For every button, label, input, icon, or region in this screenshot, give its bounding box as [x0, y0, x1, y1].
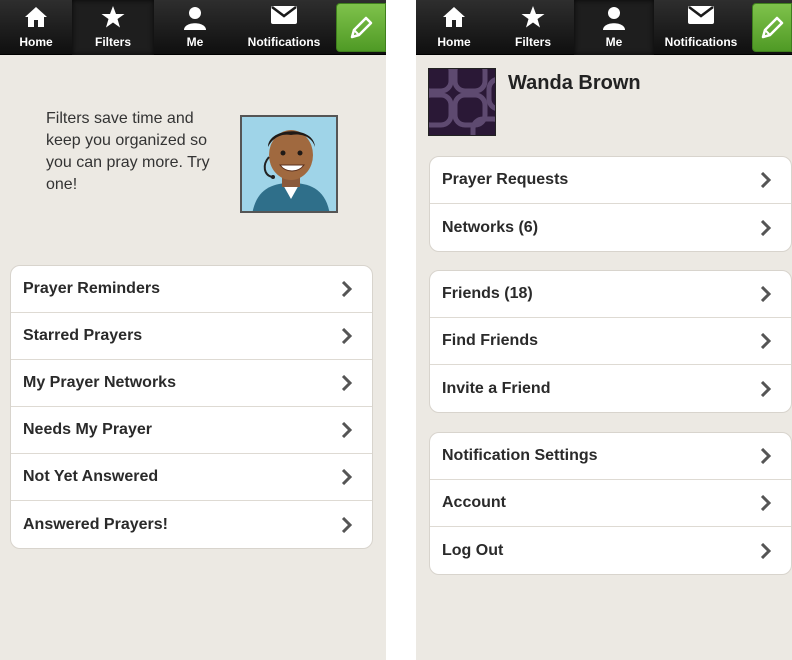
tab-notifications[interactable]: Notifications: [654, 0, 748, 55]
list-item-friends[interactable]: Friends (18): [430, 271, 791, 318]
tab-me-label: Me: [186, 35, 204, 49]
mascot-illustration: [240, 115, 338, 213]
tab-bar: Home Filters Me Notifications: [0, 0, 386, 55]
profile-group-3: Notification Settings Account Log Out: [429, 432, 792, 575]
list-item-log-out[interactable]: Log Out: [430, 527, 791, 574]
profile-group-2: Friends (18) Find Friends Invite a Frien…: [429, 270, 792, 413]
list-item-label: Invite a Friend: [442, 379, 551, 397]
chevron-right-icon: [759, 286, 773, 302]
profile-avatar[interactable]: [428, 68, 496, 136]
list-item-prayer-reminders[interactable]: Prayer Reminders: [11, 266, 372, 313]
list-item-networks[interactable]: Networks (6): [430, 204, 791, 251]
list-item-label: Needs My Prayer: [23, 421, 152, 438]
tab-filters-label: Filters: [514, 35, 551, 49]
chevron-right-icon: [340, 375, 354, 391]
list-item-needs-my-prayer[interactable]: Needs My Prayer: [11, 407, 372, 454]
chevron-right-icon: [759, 333, 773, 349]
list-item-label: My Prayer Networks: [23, 374, 176, 391]
list-item-label: Starred Prayers: [23, 327, 143, 344]
list-item-label: Account: [442, 494, 506, 511]
chevron-right-icon: [340, 422, 354, 438]
me-screen: Home Filters Me Notifications Wanda Brow…: [416, 0, 792, 660]
compose-button[interactable]: [752, 3, 792, 52]
chevron-right-icon: [759, 172, 773, 188]
list-item-my-prayer-networks[interactable]: My Prayer Networks: [11, 360, 372, 407]
chevron-right-icon: [340, 281, 354, 297]
list-item-label: Log Out: [442, 541, 504, 559]
tab-me-label: Me: [605, 35, 623, 49]
tab-notifications-label: Notifications: [664, 35, 738, 49]
filters-screen: Home Filters Me Notifications Filters sa…: [0, 0, 386, 660]
person-icon: [184, 7, 206, 30]
chevron-right-icon: [759, 495, 773, 511]
chevron-right-icon: [759, 542, 773, 559]
chevron-right-icon: [759, 448, 773, 464]
chevron-right-icon: [340, 328, 354, 344]
tab-me[interactable]: Me: [574, 0, 654, 55]
list-item-label: Not Yet Answered: [23, 468, 159, 485]
chevron-right-icon: [759, 219, 773, 236]
chevron-right-icon: [759, 380, 773, 397]
tab-home[interactable]: Home: [0, 0, 72, 55]
list-item-label: Friends (18): [442, 285, 533, 302]
list-item-label: Find Friends: [442, 332, 538, 349]
star-icon: [101, 6, 125, 28]
tab-me[interactable]: Me: [154, 0, 236, 55]
list-item-label: Prayer Reminders: [23, 280, 160, 297]
list-item-prayer-requests[interactable]: Prayer Requests: [430, 157, 791, 204]
list-item-starred-prayers[interactable]: Starred Prayers: [11, 313, 372, 360]
tab-home-label: Home: [19, 35, 53, 49]
list-item-label: Answered Prayers!: [23, 515, 168, 533]
home-icon: [25, 7, 47, 27]
pencil-icon: [761, 16, 784, 38]
tab-filters-label: Filters: [94, 35, 131, 49]
tab-notifications-label: Notifications: [247, 35, 321, 49]
tab-notifications[interactable]: Notifications: [236, 0, 332, 55]
list-item-invite-a-friend[interactable]: Invite a Friend: [430, 365, 791, 412]
list-item-account[interactable]: Account: [430, 480, 791, 527]
envelope-icon: [688, 6, 714, 24]
person-icon: [603, 7, 625, 30]
tab-bar: Home Filters Me Notifications: [416, 0, 792, 55]
list-item-answered-prayers[interactable]: Answered Prayers!: [11, 501, 372, 548]
tab-filters[interactable]: Filters: [72, 0, 154, 55]
chevron-right-icon: [340, 516, 354, 533]
profile-group-1: Prayer Requests Networks (6): [429, 156, 792, 252]
profile-name: Wanda Brown: [508, 72, 641, 94]
tab-filters[interactable]: Filters: [492, 0, 574, 55]
pencil-icon: [350, 16, 373, 38]
star-icon: [521, 6, 545, 28]
tab-home[interactable]: Home: [416, 0, 492, 55]
filters-list: Prayer Reminders Starred Prayers My Pray…: [10, 265, 373, 549]
list-item-notification-settings[interactable]: Notification Settings: [430, 433, 791, 480]
envelope-icon: [271, 6, 297, 24]
tab-home-label: Home: [437, 35, 471, 49]
list-item-not-yet-answered[interactable]: Not Yet Answered: [11, 454, 372, 501]
list-item-label: Prayer Requests: [442, 171, 569, 188]
chevron-right-icon: [340, 469, 354, 485]
filters-intro-text: Filters save time and keep you organized…: [46, 110, 210, 193]
list-item-find-friends[interactable]: Find Friends: [430, 318, 791, 365]
list-item-label: Networks (6): [442, 218, 539, 236]
list-item-label: Notification Settings: [442, 447, 598, 464]
compose-button[interactable]: [336, 3, 386, 52]
home-icon: [443, 7, 465, 27]
